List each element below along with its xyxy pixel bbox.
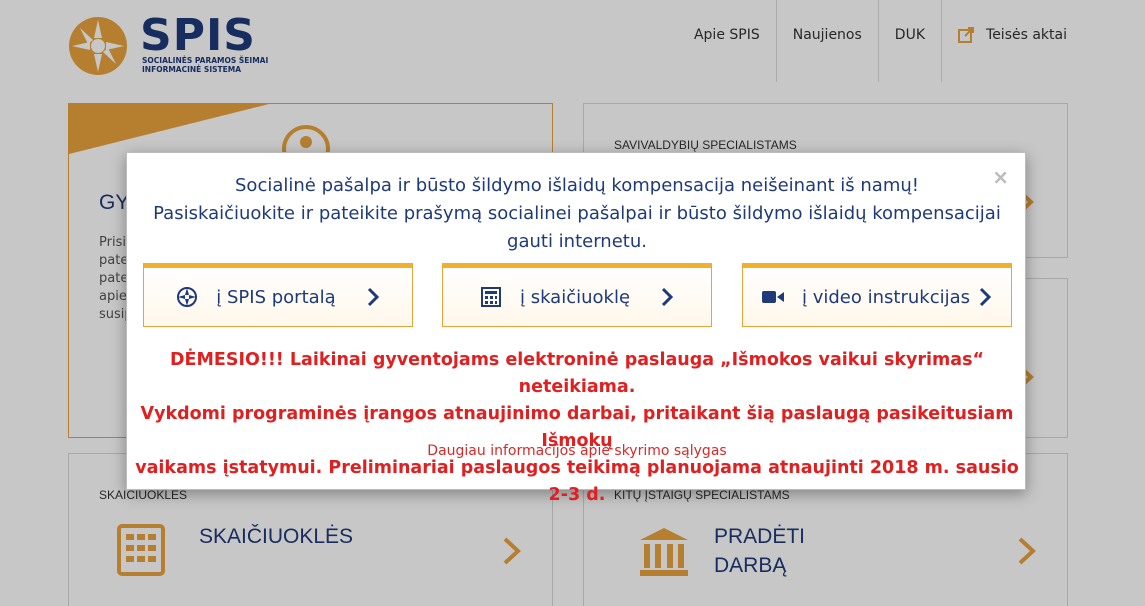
chevron-right-icon — [367, 287, 379, 307]
chevron-right-icon — [979, 287, 992, 307]
warning-line: DĖMESIO!!! Laikinai gyventojams elektron… — [170, 350, 984, 397]
video-camera-icon — [762, 286, 784, 308]
announcement-modal: × Socialinė pašalpa ir būsto šildymo išl… — [126, 152, 1027, 505]
video-instructions-button[interactable]: į video instrukcijas — [742, 263, 1012, 327]
button-label: į video instrukcijas — [802, 286, 970, 308]
modal-title: Socialinė pašalpa ir būsto šildymo išlai… — [127, 172, 1027, 256]
warning-message: DĖMESIO!!! Laikinai gyventojams elektron… — [127, 347, 1027, 509]
more-info-link[interactable]: Daugiau informacijos apie skyrimo sąlyga… — [127, 443, 1027, 459]
calculator-button[interactable]: į skaičiuoklę — [442, 263, 712, 327]
spis-logo-icon — [176, 286, 198, 308]
modal-title-line: gauti internetu. — [507, 231, 647, 252]
calculator-icon — [480, 286, 502, 308]
modal-title-line: Socialinė pašalpa ir būsto šildymo išlai… — [235, 175, 919, 196]
button-label: į skaičiuoklę — [519, 286, 631, 308]
button-label: į SPIS portalą — [216, 286, 336, 308]
modal-title-line: Pasiskaičiuokite ir pateikite prašymą so… — [153, 203, 1001, 224]
warning-line: vaikams įstatymui. Preliminariai paslaug… — [135, 458, 1019, 505]
chevron-right-icon — [661, 287, 674, 307]
spis-portal-button[interactable]: į SPIS portalą — [143, 263, 413, 327]
